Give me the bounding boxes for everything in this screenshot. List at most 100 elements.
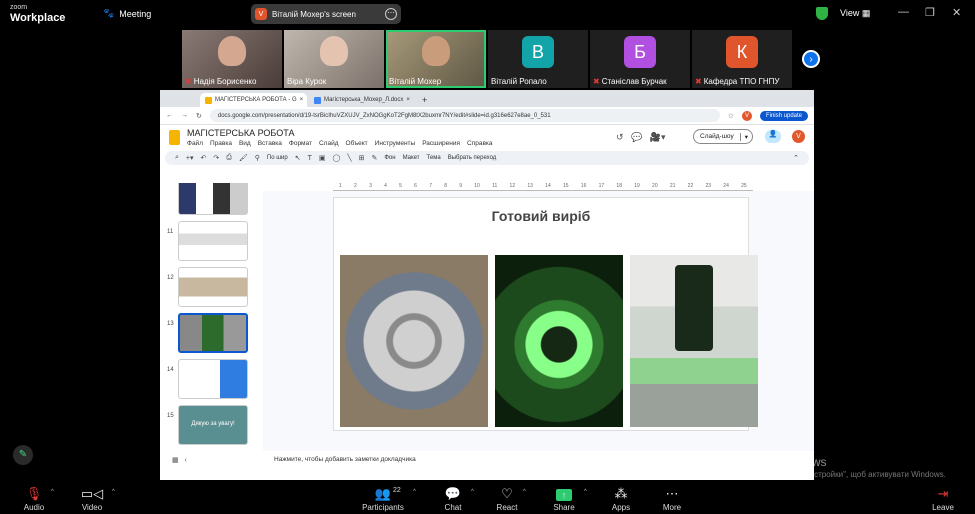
zoom-select[interactable]: По шир: [267, 155, 288, 161]
slide-thumbnail[interactable]: Дякую за увагу!: [178, 405, 248, 445]
menu-format[interactable]: Формат: [289, 140, 312, 147]
audio-button[interactable]: 🎙 Audio ^: [4, 486, 64, 512]
meeting-menu[interactable]: 🐾 Meeting: [103, 8, 151, 19]
slide-title[interactable]: Готовий виріб: [334, 208, 748, 224]
participant-name: Віра Курок: [287, 77, 327, 86]
tab-docx[interactable]: Магістерська_Мохер_Л.docx ×: [309, 93, 416, 107]
participant-tile[interactable]: К ✖ Кафедра ТПО ГНПУ: [692, 30, 792, 88]
tab-slides[interactable]: МАГІСТЕРСЬКА РОБОТА - G ×: [200, 93, 307, 107]
share-button[interactable]: 👤: [765, 130, 781, 143]
document-title[interactable]: МАГІСТЕРСЬКА РОБОТА: [187, 128, 294, 138]
print-icon[interactable]: ⎙: [226, 154, 232, 162]
add-icon[interactable]: +▾: [186, 154, 194, 162]
close-icon[interactable]: ✕: [952, 6, 961, 19]
participants-button[interactable]: 👥 Participants 22 ^: [353, 486, 416, 512]
share-screen-button[interactable]: ↑ Share ^: [534, 486, 594, 512]
line-icon[interactable]: ╲: [347, 154, 351, 162]
slide-thumbnail[interactable]: [178, 221, 248, 261]
layout-button[interactable]: Макет: [403, 155, 420, 161]
muted-mic-icon: ✖: [695, 77, 702, 86]
participant-tile[interactable]: ✖ Надія Борисенко: [182, 30, 282, 88]
back-icon[interactable]: ←: [166, 112, 173, 119]
leave-button[interactable]: ⇥ Leave: [913, 486, 973, 512]
comment-icon[interactable]: ⊞: [359, 154, 365, 162]
video-button[interactable]: ▭◁ Video ^: [62, 486, 122, 512]
transition-button[interactable]: Выбрать переход: [448, 155, 497, 161]
speaker-notes[interactable]: Нажмите, чтобы добавить заметки докладчи…: [274, 456, 416, 463]
menu-object[interactable]: Объект: [346, 140, 368, 147]
menu-insert[interactable]: Вставка: [258, 140, 282, 147]
grid-view-icon[interactable]: ▦ ‹: [172, 456, 187, 464]
forward-icon[interactable]: →: [181, 112, 188, 119]
participant-tile[interactable]: В Віталій Ропало: [488, 30, 588, 88]
participant-tile[interactable]: Віра Курок: [284, 30, 384, 88]
participant-video: [320, 36, 348, 66]
finish-update-button[interactable]: Finish update: [759, 110, 808, 121]
ruler-tick: 1: [339, 183, 342, 189]
participant-tile-active[interactable]: Віталій Мохер: [386, 30, 486, 88]
chat-button[interactable]: 💬 Chat ^: [423, 486, 483, 512]
google-slides-icon[interactable]: [169, 130, 180, 145]
menu-edit[interactable]: Правка: [210, 140, 232, 147]
slideshow-button[interactable]: Слайд-шоу ▾: [693, 129, 753, 144]
product-photo-charger[interactable]: [630, 255, 758, 427]
undo-icon[interactable]: ↶: [201, 154, 207, 162]
current-slide[interactable]: Готовий виріб: [333, 197, 758, 431]
more-button[interactable]: ⋯ More: [642, 486, 702, 512]
theme-button[interactable]: Тема: [427, 155, 441, 161]
paint-format-icon[interactable]: 🖌: [239, 154, 248, 162]
chevron-up-icon: ^: [523, 489, 526, 495]
redo-icon[interactable]: ↷: [213, 154, 219, 162]
docs-icon: [314, 96, 321, 104]
more-options-icon[interactable]: ⋯: [385, 8, 397, 20]
screen-share-indicator[interactable]: V Віталій Мохер's screen ⋯: [251, 4, 401, 24]
background-button[interactable]: Фон: [384, 155, 395, 161]
browser-profile-avatar[interactable]: V: [741, 110, 752, 121]
search-icon[interactable]: ⌕: [175, 154, 179, 162]
url-input[interactable]: docs.google.com/presentation/d/19-tsrBic…: [209, 109, 720, 122]
next-page-button[interactable]: ›: [802, 50, 820, 68]
chevron-right-icon: ›: [809, 53, 813, 65]
ruler-tick: 14: [545, 183, 551, 189]
react-button[interactable]: ♡ React ^: [477, 486, 537, 512]
close-tab-icon[interactable]: ×: [300, 97, 304, 103]
select-cursor-icon[interactable]: ↖: [295, 154, 301, 162]
slide-number: 11: [167, 229, 174, 235]
menu-tools[interactable]: Инструменты: [375, 140, 416, 147]
pen-icon[interactable]: ✎: [371, 154, 377, 162]
slide-thumbnail[interactable]: [178, 183, 248, 215]
shape-icon[interactable]: ◯: [333, 154, 341, 162]
security-shield-icon[interactable]: [816, 7, 828, 20]
slide-thumbnail[interactable]: [178, 359, 248, 399]
ruler-tick: 17: [598, 183, 605, 189]
menu-file[interactable]: Файл: [187, 140, 203, 147]
reload-icon[interactable]: ↻: [196, 112, 202, 120]
product-photo-green-ring[interactable]: [495, 255, 623, 427]
image-icon[interactable]: ▣: [319, 154, 326, 162]
menu-help[interactable]: Справка: [467, 140, 493, 147]
slide-thumbnail[interactable]: [178, 267, 248, 307]
restore-icon[interactable]: ❐: [925, 6, 935, 19]
annotate-pen-icon[interactable]: ✎: [13, 445, 33, 465]
product-photo-disc[interactable]: [340, 255, 488, 427]
menu-view[interactable]: Вид: [239, 140, 251, 147]
chevron-up-icon[interactable]: ⌃: [793, 154, 799, 162]
menu-extensions[interactable]: Расширения: [422, 140, 460, 147]
muted-mic-icon: ✖: [593, 77, 600, 86]
history-icon[interactable]: ↺ 💬 🎥▾: [616, 132, 665, 143]
close-tab-icon[interactable]: ×: [406, 97, 410, 103]
zoom-icon[interactable]: ⚲: [255, 154, 260, 162]
phone-shape: [675, 265, 713, 351]
slide-thumbnail[interactable]: [178, 313, 248, 353]
ruler-tick: 4: [384, 183, 387, 189]
bookmark-star-icon[interactable]: ☆: [728, 112, 734, 120]
menu-bar: Файл Правка Вид Вставка Формат Слайд Объ…: [187, 140, 493, 147]
new-tab-button[interactable]: +: [418, 95, 431, 107]
account-avatar[interactable]: V: [792, 130, 805, 143]
text-box-icon[interactable]: T: [308, 155, 312, 162]
participant-video: [218, 36, 246, 66]
minimize-icon[interactable]: —: [898, 6, 909, 18]
view-button[interactable]: View ▦: [840, 8, 870, 19]
participant-tile[interactable]: Б ✖ Станіслав Бурчак: [590, 30, 690, 88]
menu-slide[interactable]: Слайд: [319, 140, 339, 147]
